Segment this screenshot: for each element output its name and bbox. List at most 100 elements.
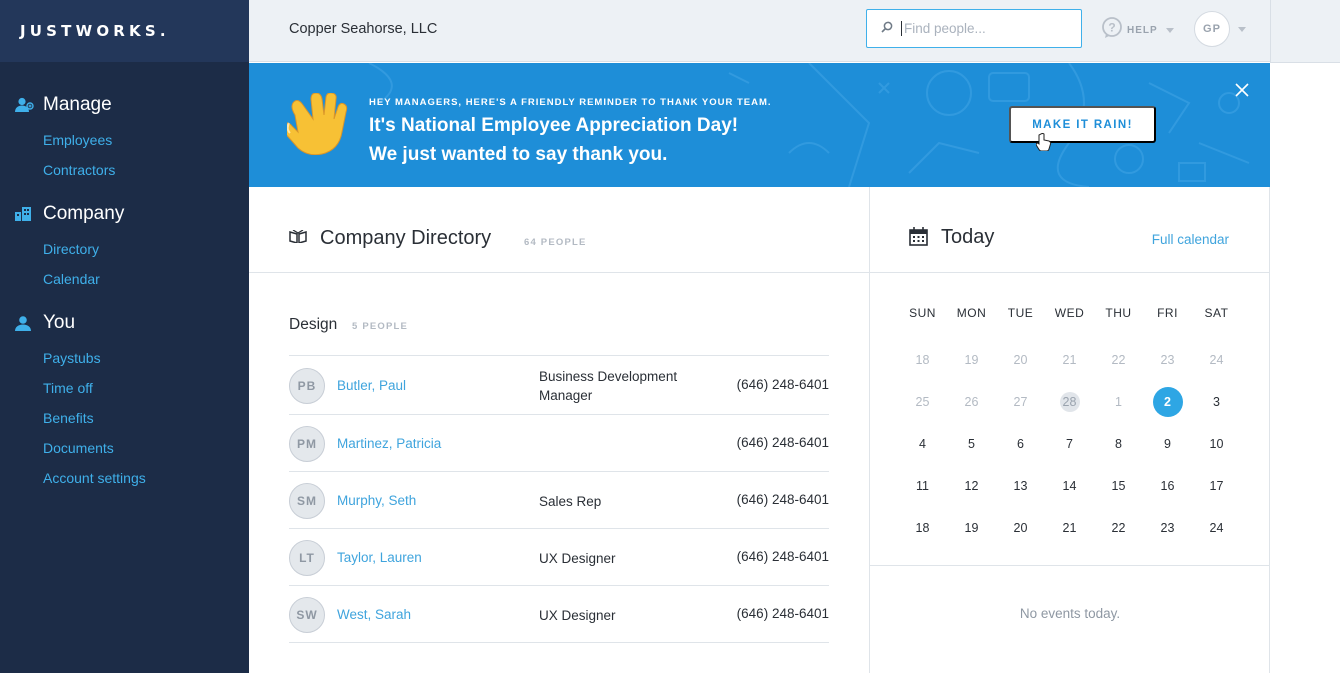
user-menu[interactable]: GP <box>1194 11 1246 47</box>
banner-kicker: HEY MANAGERS, HERE'S A FRIENDLY REMINDER… <box>369 97 772 108</box>
search-input[interactable] <box>901 21 1071 36</box>
company-directory-panel: Company Directory 64 PEOPLE Design 5 PEO… <box>249 187 870 673</box>
person-title: Business Development Manager <box>539 369 678 403</box>
search-box[interactable] <box>866 9 1082 48</box>
calendar-day[interactable]: 21 <box>1045 345 1094 375</box>
nav-head-label: Manage <box>43 94 112 115</box>
calendar-day[interactable]: 21 <box>1045 513 1094 543</box>
calendar-day-number: 28 <box>1059 392 1080 412</box>
calendar-day[interactable]: 18 <box>898 345 947 375</box>
week-row: 25 26 27 28 1 2 3 <box>898 381 1248 423</box>
calendar-day[interactable]: 6 <box>996 429 1045 459</box>
nav-head-you[interactable]: You <box>15 311 249 335</box>
calendar-day[interactable]: 8 <box>1094 429 1143 459</box>
calendar-day[interactable]: 19 <box>947 345 996 375</box>
avatar: SW <box>289 597 325 633</box>
nav-item-account-settings[interactable]: Account settings <box>15 463 249 493</box>
nav-section-company: Company Directory Calendar <box>0 202 249 294</box>
person-name-link[interactable]: West, Sarah <box>337 607 411 622</box>
person-phone: (646) 248-6401 <box>736 492 829 507</box>
calendar-day[interactable]: 23 <box>1143 345 1192 375</box>
building-icon <box>15 207 43 221</box>
banner-line-2: We just wanted to say thank you. <box>369 144 668 165</box>
calendar-day[interactable]: 17 <box>1192 471 1241 501</box>
calendar-day[interactable]: 18 <box>898 513 947 543</box>
calendar-day[interactable]: 11 <box>898 471 947 501</box>
calendar-day[interactable]: 25 <box>898 387 947 417</box>
nav-item-documents[interactable]: Documents <box>15 433 249 463</box>
nav-item-benefits[interactable]: Benefits <box>15 403 249 433</box>
chevron-down-icon <box>1238 26 1246 32</box>
calendar-day[interactable]: 14 <box>1045 471 1094 501</box>
calendar-day[interactable]: 28 <box>1045 387 1094 417</box>
mini-calendar: SUN MON TUE WED THU FRI SAT 18 19 20 21 … <box>898 299 1248 549</box>
directory-count: 64 PEOPLE <box>524 237 587 248</box>
week-row: 11 12 13 14 15 16 17 <box>898 465 1248 507</box>
group-title: Design <box>289 316 338 333</box>
calendar-day[interactable]: 24 <box>1192 513 1241 543</box>
weekday-label: THU <box>1105 306 1132 320</box>
calendar-day[interactable]: 3 <box>1192 387 1241 417</box>
justworks-logo[interactable]: JUSTWORKS. <box>20 22 170 40</box>
person-name-link[interactable]: Murphy, Seth <box>337 493 416 508</box>
nav-item-calendar[interactable]: Calendar <box>15 264 249 294</box>
close-icon[interactable] <box>1235 83 1249 102</box>
nav-item-employees[interactable]: Employees <box>15 125 249 155</box>
person-phone: (646) 248-6401 <box>736 377 829 392</box>
weekday-label: MON <box>956 306 987 320</box>
nav-item-paystubs[interactable]: Paystubs <box>15 343 249 373</box>
calendar-icon <box>909 227 928 251</box>
weekday-label: WED <box>1054 306 1085 320</box>
calendar-day[interactable]: 12 <box>947 471 996 501</box>
calendar-day[interactable]: 5 <box>947 429 996 459</box>
person-name-link[interactable]: Butler, Paul <box>337 378 406 393</box>
calendar-day[interactable]: 20 <box>996 513 1045 543</box>
person-name-link[interactable]: Martinez, Patricia <box>337 436 441 451</box>
calendar-day-today[interactable]: 2 <box>1143 387 1192 417</box>
calendar-day[interactable]: 10 <box>1192 429 1241 459</box>
topbar-extension <box>1270 0 1340 63</box>
people-list: PB Butler, Paul Business Development Man… <box>289 355 829 643</box>
nav-item-contractors[interactable]: Contractors <box>15 155 249 185</box>
person-title: UX Designer <box>539 551 616 566</box>
calendar-day[interactable]: 19 <box>947 513 996 543</box>
avatar: PM <box>289 426 325 462</box>
logo-bar: JUSTWORKS. <box>0 0 249 62</box>
calendar-day[interactable]: 23 <box>1143 513 1192 543</box>
calendar-day[interactable]: 27 <box>996 387 1045 417</box>
banner-headline: It's National Employee Appreciation Day!… <box>369 111 738 169</box>
nav-head-label: Company <box>43 203 125 224</box>
nav-section-you: You Paystubs Time off Benefits Documents… <box>0 311 249 493</box>
avatar: PB <box>289 368 325 404</box>
calendar-day[interactable]: 24 <box>1192 345 1241 375</box>
weekday-row: SUN MON TUE WED THU FRI SAT <box>898 299 1248 327</box>
hand-cursor-icon <box>1035 133 1052 156</box>
person-name-link[interactable]: Taylor, Lauren <box>337 550 422 565</box>
calendar-day[interactable]: 26 <box>947 387 996 417</box>
calendar-day[interactable]: 20 <box>996 345 1045 375</box>
calendar-day[interactable]: 16 <box>1143 471 1192 501</box>
calendar-day[interactable]: 13 <box>996 471 1045 501</box>
calendar-day[interactable]: 1 <box>1094 387 1143 417</box>
nav-item-directory[interactable]: Directory <box>15 234 249 264</box>
full-calendar-link[interactable]: Full calendar <box>1152 232 1229 247</box>
calendar-day[interactable]: 4 <box>898 429 947 459</box>
make-it-rain-button[interactable]: MAKE IT RAIN! <box>1009 106 1156 143</box>
avatar: LT <box>289 540 325 576</box>
calendar-day[interactable]: 22 <box>1094 345 1143 375</box>
week-row: 18 19 20 21 22 23 24 <box>898 507 1248 549</box>
help-label: HELP <box>1127 25 1158 36</box>
chevron-down-icon <box>1165 28 1174 33</box>
nav-head-company[interactable]: Company <box>15 202 249 226</box>
nav-item-time-off[interactable]: Time off <box>15 373 249 403</box>
help-menu[interactable]: ? HELP <box>1101 17 1174 44</box>
today-marker: 2 <box>1152 387 1183 417</box>
calendar-day[interactable]: 15 <box>1094 471 1143 501</box>
weekday-label: TUE <box>1007 306 1034 320</box>
appreciation-banner: HEY MANAGERS, HERE'S A FRIENDLY REMINDER… <box>249 63 1270 187</box>
calendar-day[interactable]: 22 <box>1094 513 1143 543</box>
calendar-day[interactable]: 7 <box>1045 429 1094 459</box>
nav-head-manage[interactable]: Manage <box>15 93 249 117</box>
person-title: UX Designer <box>539 608 616 623</box>
calendar-day[interactable]: 9 <box>1143 429 1192 459</box>
